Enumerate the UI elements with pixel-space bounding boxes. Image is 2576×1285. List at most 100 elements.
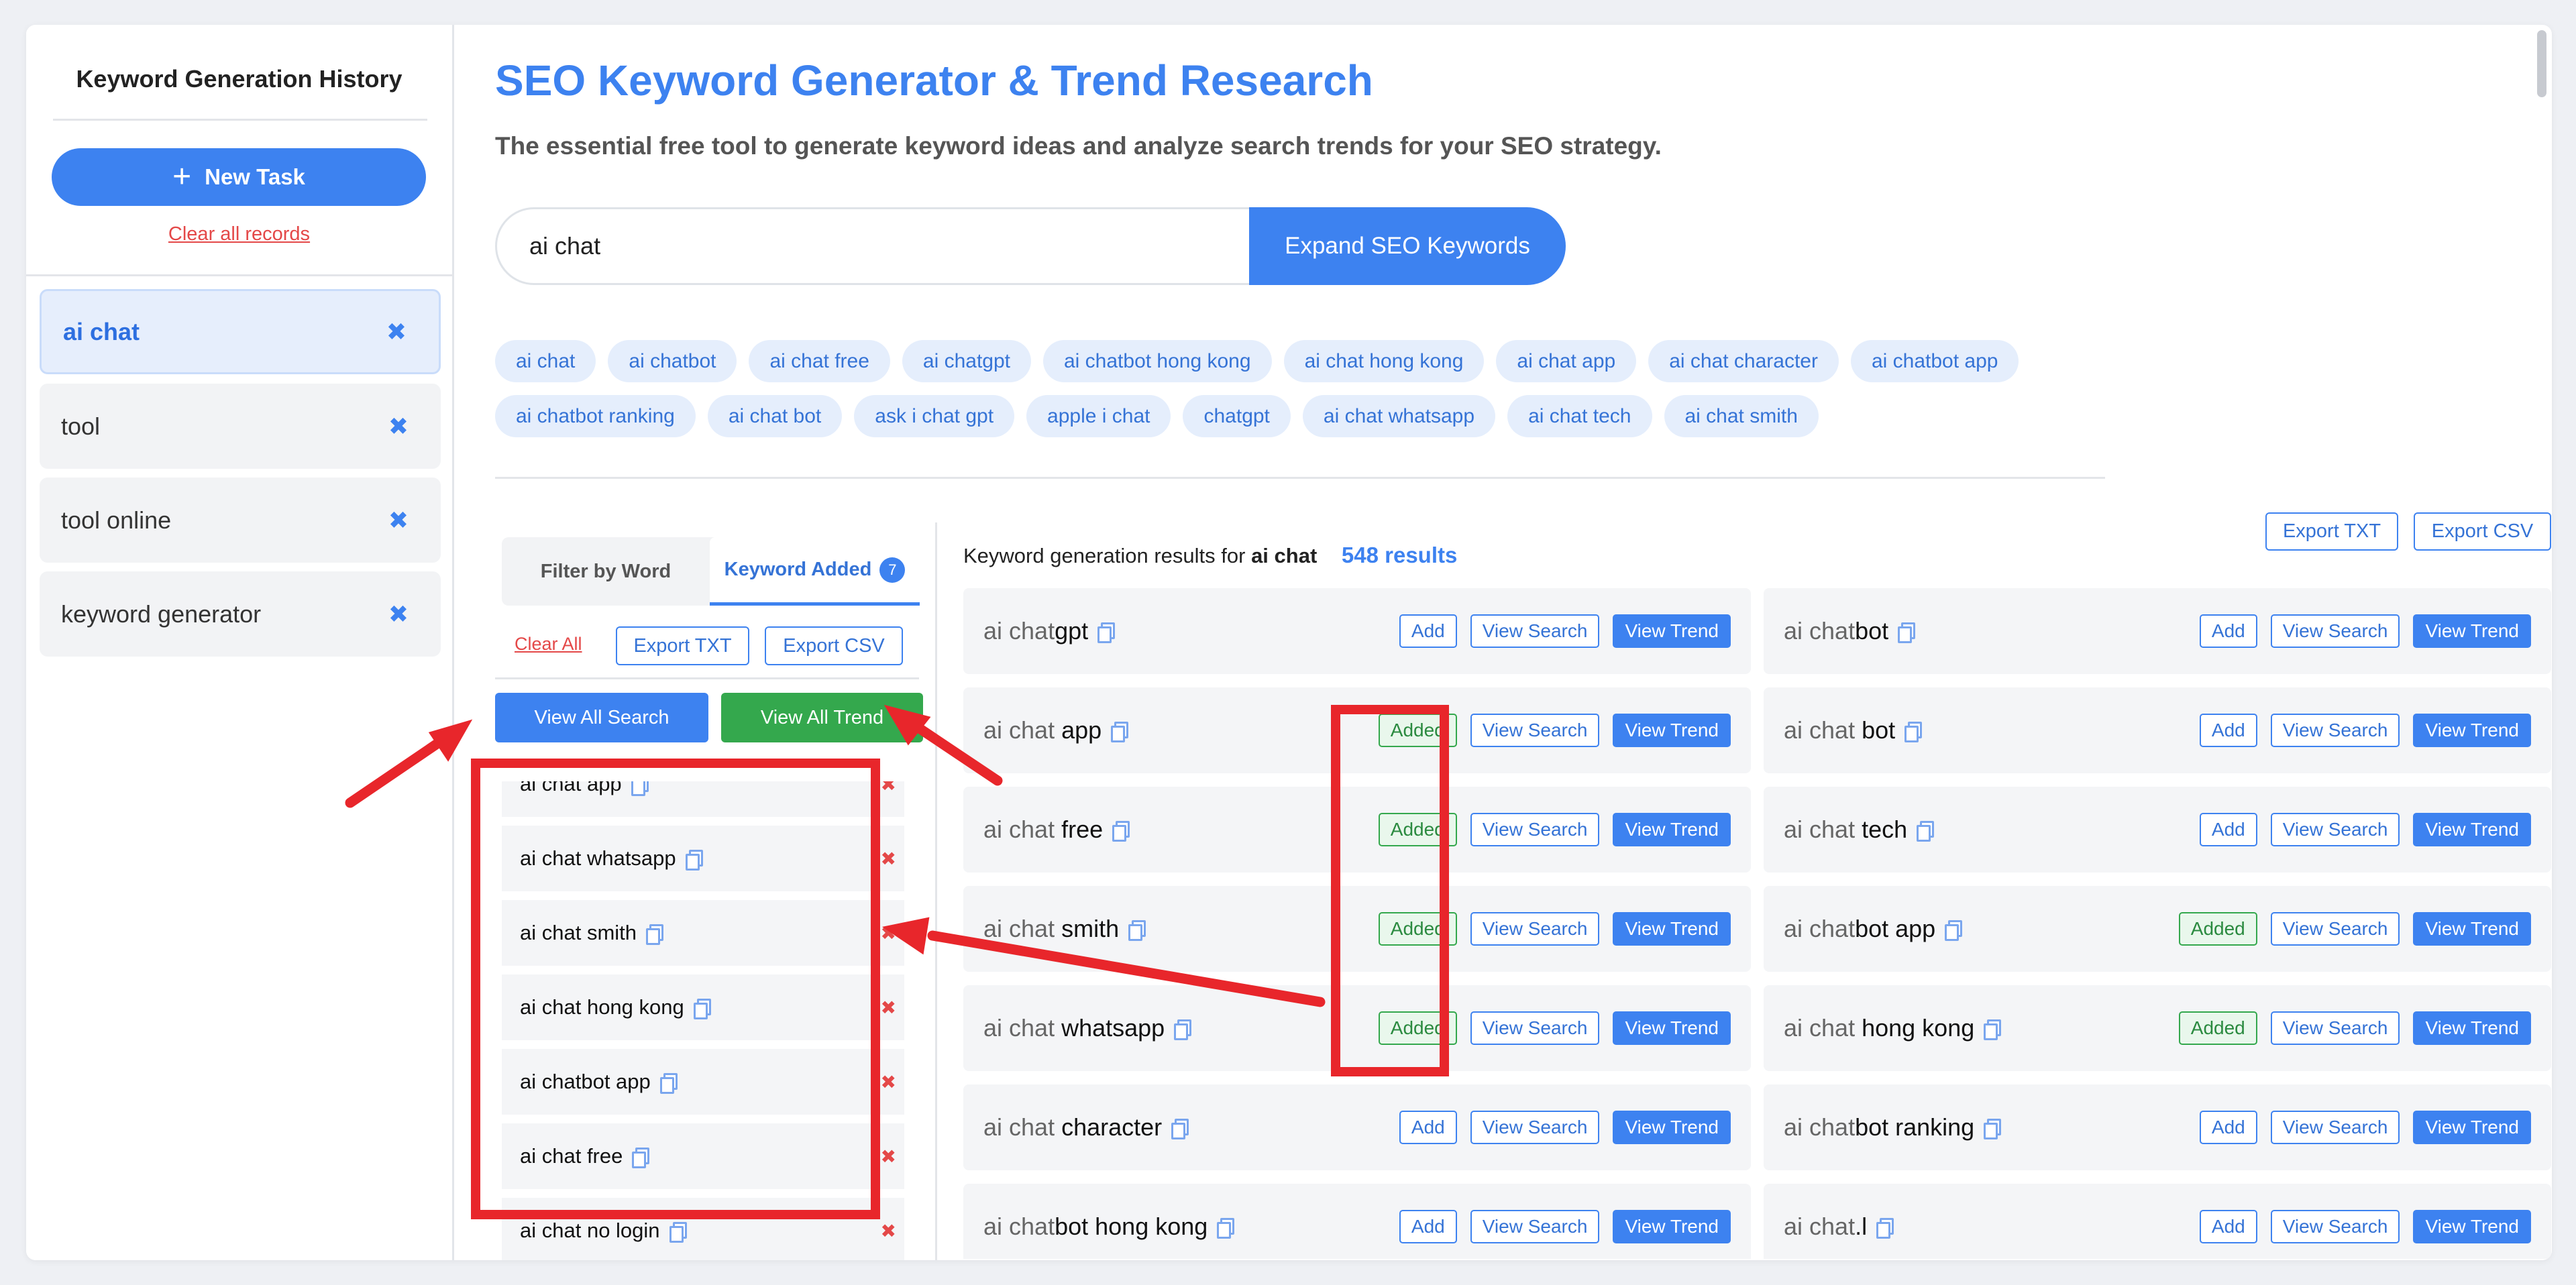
add-button[interactable]: Add: [1399, 1210, 1457, 1243]
view-trend-button[interactable]: View Trend: [1613, 714, 1731, 747]
history-item-keyword-generator[interactable]: keyword generator ✖: [40, 571, 441, 657]
view-search-button[interactable]: View Search: [2270, 813, 2400, 846]
copy-icon[interactable]: [1112, 821, 1130, 842]
view-trend-button[interactable]: View Trend: [2413, 614, 2531, 648]
view-trend-button[interactable]: View Trend: [1613, 1210, 1731, 1243]
suggestion-chip[interactable]: ai chat whatsapp: [1302, 395, 1496, 437]
view-search-button[interactable]: View Search: [1470, 813, 1600, 846]
remove-icon[interactable]: ✖: [881, 1146, 896, 1168]
copy-icon[interactable]: [1984, 1019, 2002, 1040]
suggestion-chip[interactable]: ask i chat gpt: [854, 395, 1015, 437]
view-search-button[interactable]: View Search: [2270, 1210, 2400, 1243]
new-task-button[interactable]: + New Task: [52, 148, 426, 206]
copy-icon[interactable]: [1984, 1119, 2002, 1139]
view-search-button[interactable]: View Search: [1470, 912, 1600, 946]
suggestion-chip[interactable]: apple i chat: [1026, 395, 1171, 437]
history-item-ai-chat[interactable]: ai chat ✖: [40, 289, 441, 374]
copy-icon[interactable]: [1945, 920, 1963, 941]
add-button[interactable]: Add: [1399, 1111, 1457, 1144]
copy-icon[interactable]: [1876, 1218, 1894, 1239]
history-item-tool-online[interactable]: tool online ✖: [40, 478, 441, 563]
copy-icon[interactable]: [1217, 1218, 1235, 1239]
add-button[interactable]: Add: [2199, 813, 2257, 846]
suggestion-chip[interactable]: ai chat free: [749, 340, 890, 382]
suggestion-chip[interactable]: ai chatbot ranking: [495, 395, 696, 437]
view-all-search-button[interactable]: View All Search: [495, 693, 708, 742]
view-trend-button[interactable]: View Trend: [1613, 614, 1731, 648]
view-trend-button[interactable]: View Trend: [2413, 912, 2531, 946]
copy-icon[interactable]: [1097, 622, 1116, 643]
suggestion-chip[interactable]: ai chatbot hong kong: [1043, 340, 1272, 382]
export-txt-button[interactable]: Export TXT: [616, 626, 749, 665]
export-csv-button[interactable]: Export CSV: [765, 626, 903, 665]
view-search-button[interactable]: View Search: [1470, 1011, 1600, 1045]
add-button[interactable]: Add: [1399, 614, 1457, 648]
added-button[interactable]: Added: [2178, 912, 2257, 946]
copy-icon[interactable]: [669, 1222, 687, 1243]
suggestion-chip[interactable]: ai chatbot: [608, 340, 737, 382]
close-icon[interactable]: ✖: [388, 600, 409, 628]
copy-icon[interactable]: [1904, 722, 1923, 742]
remove-icon[interactable]: ✖: [881, 848, 896, 870]
keyword-search-input[interactable]: ai chat: [495, 207, 1249, 285]
copy-icon[interactable]: [1174, 1019, 1192, 1040]
suggestion-chip[interactable]: ai chat bot: [707, 395, 843, 437]
view-search-button[interactable]: View Search: [2270, 714, 2400, 747]
add-button[interactable]: Add: [2199, 614, 2257, 648]
copy-icon[interactable]: [1898, 622, 1916, 643]
clear-all-records-link[interactable]: Clear all records: [26, 223, 452, 245]
view-search-button[interactable]: View Search: [2270, 912, 2400, 946]
view-search-button[interactable]: View Search: [1470, 1210, 1600, 1243]
results-export-txt-button[interactable]: Export TXT: [2265, 512, 2398, 551]
copy-icon[interactable]: [1128, 920, 1146, 941]
close-icon[interactable]: ✖: [386, 318, 407, 346]
view-trend-button[interactable]: View Trend: [1613, 813, 1731, 846]
add-button[interactable]: Add: [2199, 714, 2257, 747]
view-trend-button[interactable]: View Trend: [1613, 1011, 1731, 1045]
view-all-trend-button[interactable]: View All Trend: [721, 693, 923, 742]
copy-icon[interactable]: [1171, 1119, 1189, 1139]
view-search-button[interactable]: View Search: [2270, 1111, 2400, 1144]
add-button[interactable]: Add: [2199, 1111, 2257, 1144]
tab-keyword-added[interactable]: Keyword Added 7: [710, 537, 920, 606]
view-search-button[interactable]: View Search: [2270, 1011, 2400, 1045]
remove-icon[interactable]: ✖: [881, 781, 896, 795]
remove-icon[interactable]: ✖: [881, 1071, 896, 1093]
annotation-box: [471, 759, 880, 1219]
view-search-button[interactable]: View Search: [1470, 714, 1600, 747]
clear-all-link[interactable]: Clear All: [515, 634, 582, 655]
view-trend-button[interactable]: View Trend: [1613, 912, 1731, 946]
view-trend-button[interactable]: View Trend: [2413, 813, 2531, 846]
history-item-tool[interactable]: tool ✖: [40, 384, 441, 469]
view-search-button[interactable]: View Search: [1470, 1111, 1600, 1144]
remove-icon[interactable]: ✖: [881, 997, 896, 1019]
close-icon[interactable]: ✖: [388, 506, 409, 535]
added-button[interactable]: Added: [2178, 1011, 2257, 1045]
view-trend-button[interactable]: View Trend: [2413, 714, 2531, 747]
suggestion-chip[interactable]: ai chat hong kong: [1283, 340, 1485, 382]
suggestion-chip[interactable]: chatgpt: [1183, 395, 1291, 437]
view-trend-button[interactable]: View Trend: [2413, 1111, 2531, 1144]
expand-keywords-button[interactable]: Expand SEO Keywords: [1249, 207, 1566, 285]
copy-icon[interactable]: [1111, 722, 1129, 742]
suggestion-chip[interactable]: ai chat smith: [1664, 395, 1819, 437]
view-trend-button[interactable]: View Trend: [2413, 1210, 2531, 1243]
suggestion-chip[interactable]: ai chat app: [1496, 340, 1637, 382]
view-search-button[interactable]: View Search: [2270, 614, 2400, 648]
suggestion-chip[interactable]: ai chat: [495, 340, 596, 382]
results-export-csv-button[interactable]: Export CSV: [2414, 512, 2551, 551]
view-search-button[interactable]: View Search: [1470, 614, 1600, 648]
view-trend-button[interactable]: View Trend: [1613, 1111, 1731, 1144]
close-icon[interactable]: ✖: [388, 412, 409, 441]
scrollbar[interactable]: [2537, 30, 2546, 97]
remove-icon[interactable]: ✖: [881, 922, 896, 944]
view-trend-button[interactable]: View Trend: [2413, 1011, 2531, 1045]
add-button[interactable]: Add: [2199, 1210, 2257, 1243]
suggestion-chip[interactable]: ai chatgpt: [902, 340, 1031, 382]
suggestion-chip[interactable]: ai chatbot app: [1850, 340, 2019, 382]
copy-icon[interactable]: [1917, 821, 1935, 842]
suggestion-chip[interactable]: ai chat tech: [1507, 395, 1652, 437]
remove-icon[interactable]: ✖: [881, 1220, 896, 1242]
suggestion-chip[interactable]: ai chat character: [1648, 340, 1839, 382]
tab-filter-by-word[interactable]: Filter by Word: [502, 537, 710, 606]
